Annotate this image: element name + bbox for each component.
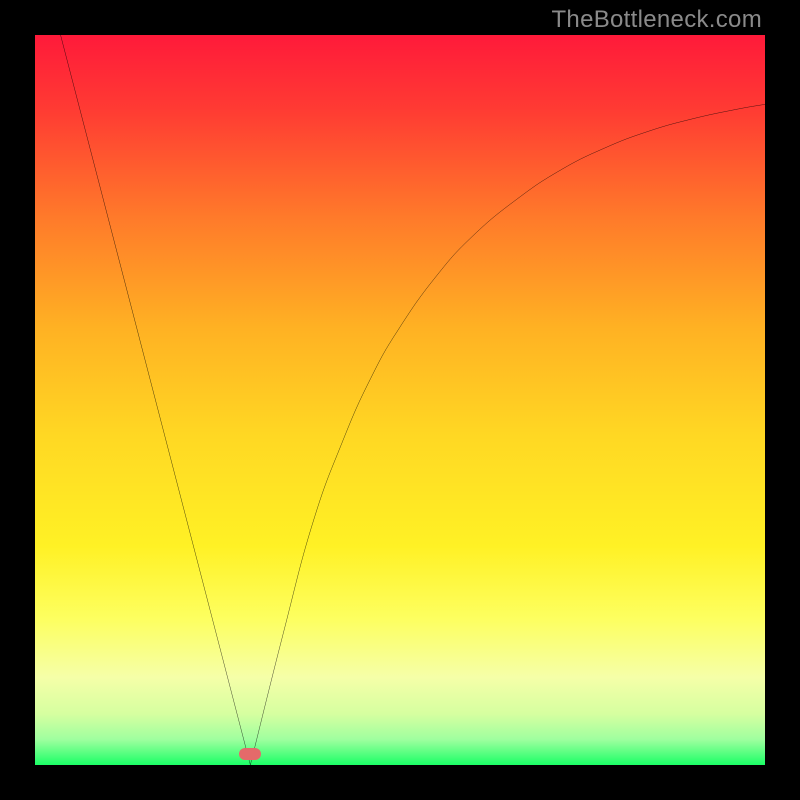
curve-right	[250, 104, 765, 765]
chart-container: TheBottleneck.com	[0, 0, 800, 800]
plot-area	[35, 35, 765, 765]
watermark-label: TheBottleneck.com	[551, 6, 762, 34]
curve-overlay	[35, 35, 765, 765]
curve-left	[61, 35, 251, 765]
optimum-marker	[239, 748, 261, 760]
